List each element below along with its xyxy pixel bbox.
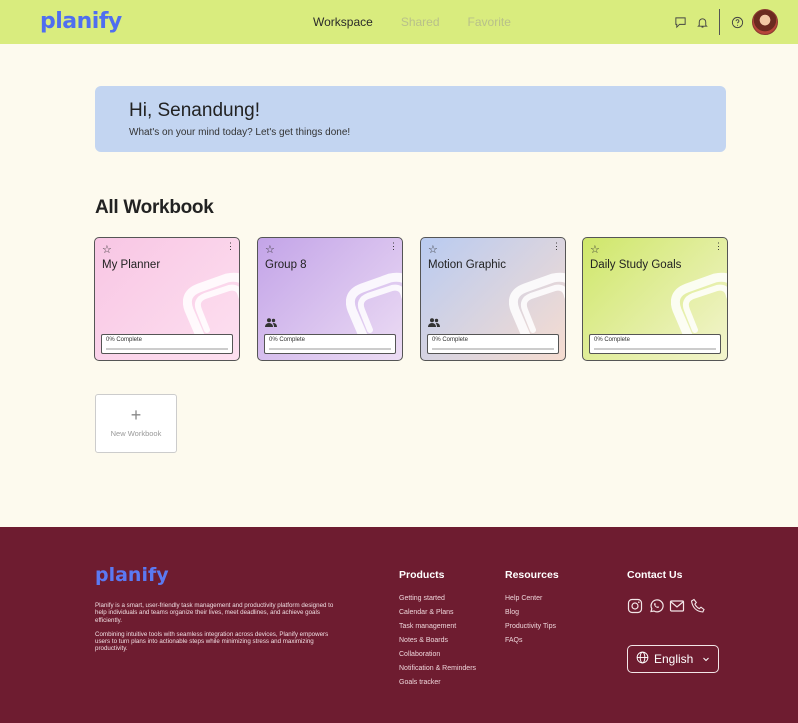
chevron-down-icon xyxy=(702,652,710,666)
footer-link[interactable]: Collaboration xyxy=(399,651,476,658)
brand-logo[interactable]: planify xyxy=(40,9,122,34)
more-options-icon[interactable]: ⋮ xyxy=(389,242,398,251)
progress-box: 0% Complete xyxy=(427,334,559,354)
top-actions xyxy=(673,0,778,44)
footer-link[interactable]: Notes & Boards xyxy=(399,637,476,644)
paperclip-icon xyxy=(671,272,727,340)
footer-link[interactable]: Notification & Reminders xyxy=(399,665,476,672)
products-title: Products xyxy=(399,569,445,581)
nav-workspace[interactable]: Workspace xyxy=(313,15,373,29)
footer-link[interactable]: Calendar & Plans xyxy=(399,609,476,616)
progress-track xyxy=(106,348,228,350)
welcome-banner: Hi, Senandung! What's on your mind today… xyxy=(95,86,726,152)
new-workbook-button[interactable]: + New Workbook xyxy=(95,394,177,453)
help-icon[interactable] xyxy=(730,15,744,29)
welcome-subtitle: What's on your mind today? Let's get thi… xyxy=(129,127,351,138)
progress-box: 0% Complete xyxy=(589,334,721,354)
footer-contact: Contact Us xyxy=(627,569,682,595)
star-outline-icon[interactable]: ☆ xyxy=(102,243,112,256)
footer-link[interactable]: Task management xyxy=(399,623,476,630)
chat-icon[interactable] xyxy=(673,15,687,29)
workbook-card[interactable]: ☆ ⋮ Group 8 0% Complete xyxy=(257,237,403,361)
section-title: All Workbook xyxy=(95,197,214,218)
progress-track xyxy=(432,348,554,350)
progress-box: 0% Complete xyxy=(264,334,396,354)
more-options-icon[interactable]: ⋮ xyxy=(226,242,235,251)
shared-users-icon xyxy=(265,318,277,327)
workbook-title: Group 8 xyxy=(265,259,307,271)
star-outline-icon[interactable]: ☆ xyxy=(590,243,600,256)
progress-box: 0% Complete xyxy=(101,334,233,354)
mail-icon[interactable] xyxy=(669,598,685,614)
new-workbook-label: New Workbook xyxy=(110,429,162,438)
nav-favorite[interactable]: Favorite xyxy=(468,15,511,29)
more-options-icon[interactable]: ⋮ xyxy=(552,242,561,251)
footer-products: Products Getting started Calendar & Plans… xyxy=(399,569,476,693)
workbook-title: Daily Study Goals xyxy=(590,259,682,271)
star-outline-icon[interactable]: ☆ xyxy=(265,243,275,256)
footer-link[interactable]: Goals tracker xyxy=(399,679,476,686)
divider xyxy=(719,9,720,35)
progress-track xyxy=(594,348,716,350)
plus-icon: + xyxy=(130,405,142,425)
paperclip-icon xyxy=(346,272,402,340)
social-links xyxy=(627,598,706,614)
shared-users-icon xyxy=(428,318,440,327)
nav-shared[interactable]: Shared xyxy=(401,15,440,29)
paperclip-icon xyxy=(509,272,565,340)
footer-link[interactable]: Productivity Tips xyxy=(505,623,559,630)
more-options-icon[interactable]: ⋮ xyxy=(714,242,723,251)
footer-link[interactable]: FAQs xyxy=(505,637,559,644)
top-navbar: planify Workspace Shared Favorite xyxy=(0,0,798,44)
progress-label: 0% Complete xyxy=(594,337,631,343)
progress-label: 0% Complete xyxy=(106,337,143,343)
main-nav: Workspace Shared Favorite xyxy=(313,0,511,44)
progress-track xyxy=(269,348,391,350)
progress-label: 0% Complete xyxy=(432,337,469,343)
footer-link[interactable]: Blog xyxy=(505,609,559,616)
footer-description-2: Combining intuitive tools with seamless … xyxy=(95,630,329,653)
language-label: English xyxy=(654,652,694,666)
progress-label: 0% Complete xyxy=(269,337,306,343)
instagram-icon[interactable] xyxy=(627,598,643,614)
footer-resources: Resources Help Center Blog Productivity Ti… xyxy=(505,569,559,651)
workbook-card[interactable]: ☆ ⋮ Motion Graphic 0% Complete xyxy=(420,237,566,361)
footer-description-1: Planify is a smart, user-friendly task m… xyxy=(95,602,334,624)
star-outline-icon[interactable]: ☆ xyxy=(428,243,438,256)
workbook-title: My Planner xyxy=(102,259,161,271)
phone-icon[interactable] xyxy=(690,598,706,614)
paperclip-icon xyxy=(183,272,239,340)
footer: planify Planify is a smart, user-friendl… xyxy=(0,527,798,723)
footer-link[interactable]: Help Center xyxy=(505,595,559,602)
contact-title: Contact Us xyxy=(627,569,683,581)
welcome-greeting: Hi, Senandung! xyxy=(129,100,260,121)
avatar[interactable] xyxy=(752,9,778,35)
whatsapp-icon[interactable] xyxy=(648,598,664,614)
footer-description: Planify is a smart, user-friendly task m… xyxy=(95,602,340,653)
products-list: Getting started Calendar & Plans Task mana… xyxy=(399,595,476,686)
footer-link[interactable]: Getting started xyxy=(399,595,476,602)
workbook-title: Motion Graphic xyxy=(428,259,506,271)
workbook-card[interactable]: ☆ ⋮ My Planner 0% Complete xyxy=(94,237,240,361)
workbook-card[interactable]: ☆ ⋮ Daily Study Goals 0% Complete xyxy=(582,237,728,361)
resources-title: Resources xyxy=(505,569,559,581)
footer-logo[interactable]: planify xyxy=(95,564,169,586)
globe-icon xyxy=(636,651,649,667)
language-select[interactable]: English xyxy=(627,645,719,673)
resources-list: Help Center Blog Productivity Tips FAQs xyxy=(505,595,559,644)
bell-icon[interactable] xyxy=(695,15,709,29)
